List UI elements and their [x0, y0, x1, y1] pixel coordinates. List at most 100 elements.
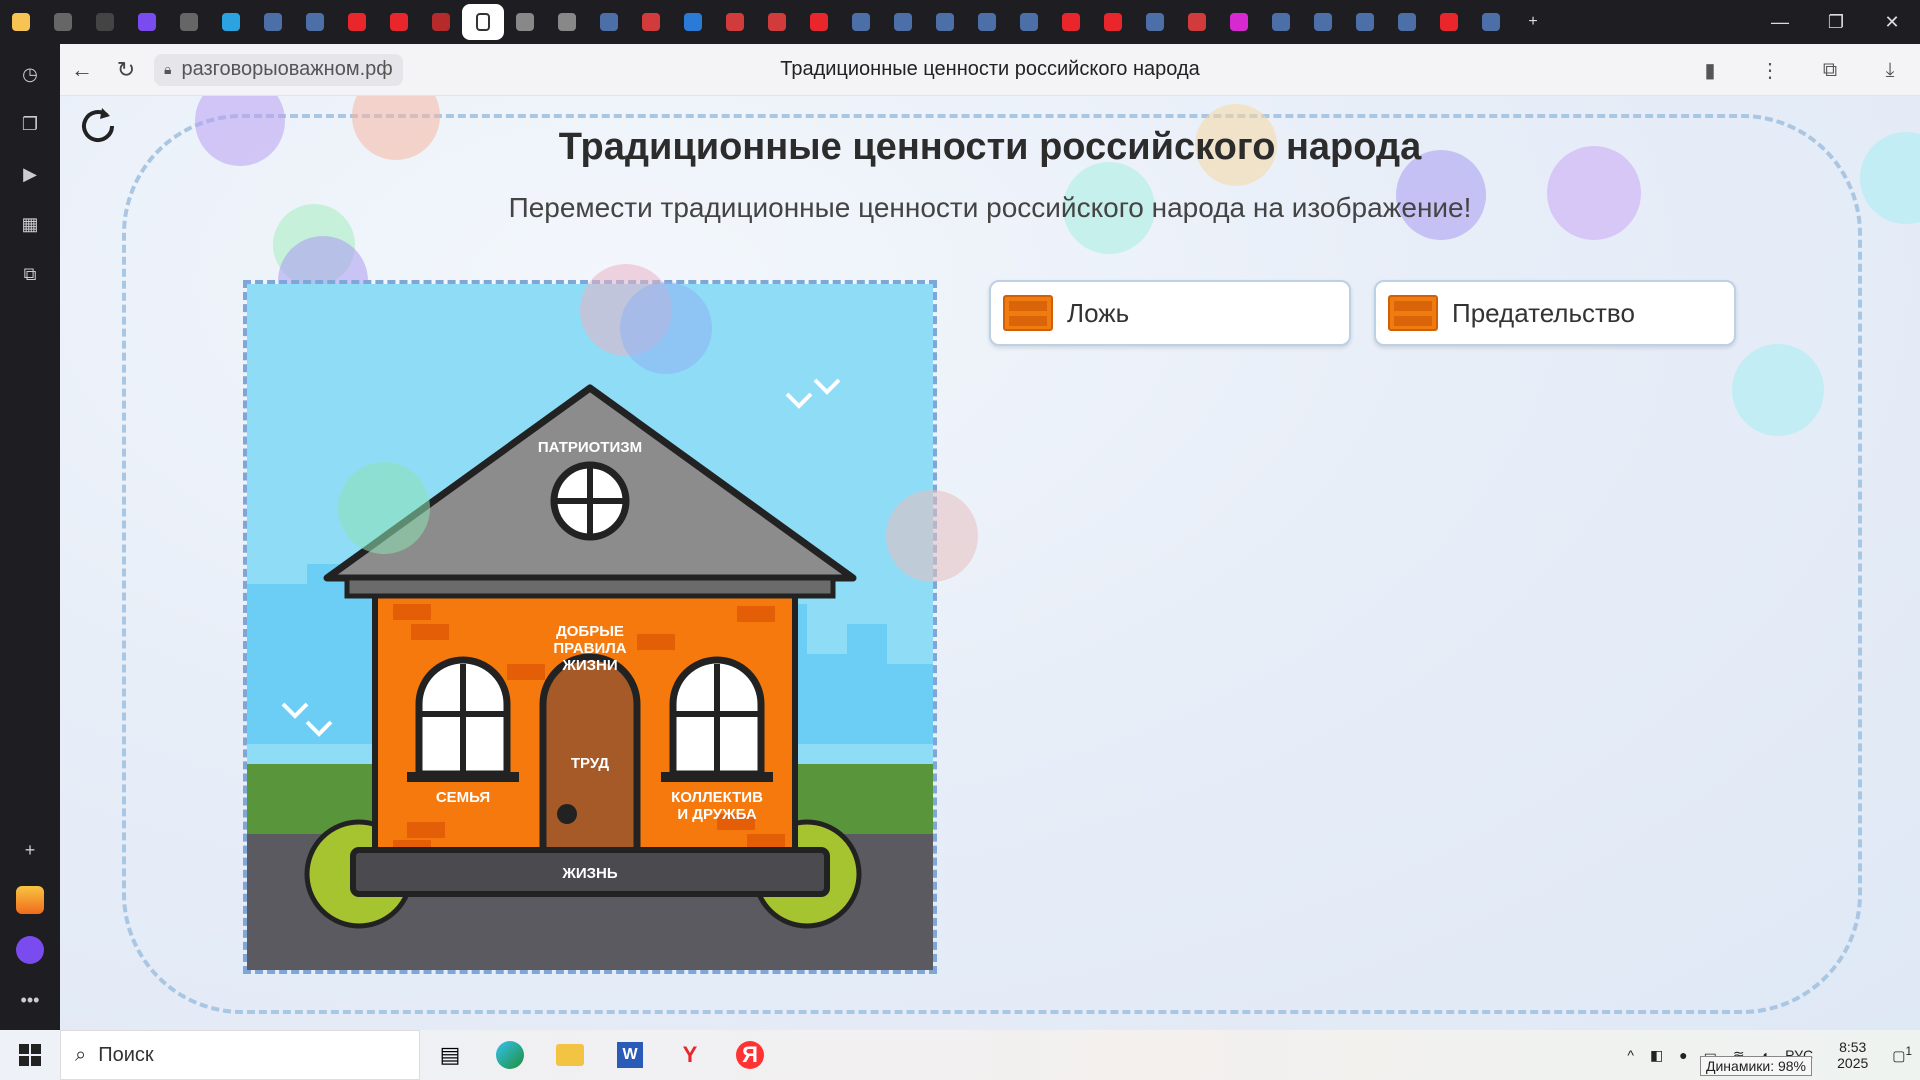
add-icon[interactable]: + [10, 830, 50, 870]
minimize-icon[interactable]: — [1752, 0, 1808, 44]
sidebar-toggle-icon[interactable]: ⧉ [1800, 59, 1860, 82]
yandex-browser-icon [12, 13, 30, 31]
video-tab[interactable] [1218, 4, 1260, 40]
app-icon [1272, 13, 1290, 31]
file-explorer-icon[interactable] [540, 1030, 600, 1080]
lock-icon: 🔒︎ [164, 61, 172, 77]
drop-zone-house[interactable]: ПАТРИОТИЗМ ДОБРЫЕ ПРАВИЛА ЖИЗНИ ТРУД СЕМ… [243, 280, 937, 974]
yandex-icon [1062, 13, 1080, 31]
notification-icon[interactable]: ▢1 [1892, 1045, 1912, 1065]
more-icon[interactable]: ••• [10, 980, 50, 1020]
back-icon[interactable]: ← [60, 48, 104, 92]
menu-icon[interactable]: ⋮ [1740, 58, 1800, 83]
yandex-icon [1104, 13, 1122, 31]
pdf-tab[interactable] [714, 4, 756, 40]
yandex-browser-taskbar-icon[interactable]: Y [660, 1030, 720, 1080]
bubble [620, 282, 712, 374]
yandex-icon [810, 13, 828, 31]
app-tab[interactable] [1008, 4, 1050, 40]
refresh-icon[interactable]: ↻ [104, 48, 148, 92]
draggable-card-betrayal[interactable]: Предательство [1374, 280, 1736, 346]
app-tab[interactable] [1302, 4, 1344, 40]
download-icon[interactable]: ⤓ [1860, 59, 1920, 82]
microphone-icon[interactable]: ● [1679, 1047, 1687, 1063]
word-icon[interactable]: W [600, 1030, 660, 1080]
yandex-taskbar-icon[interactable]: Я [720, 1030, 780, 1080]
app-tab[interactable] [1344, 4, 1386, 40]
pdf-tab[interactable] [630, 4, 672, 40]
taskbar-search[interactable]: ⌕ Поиск [60, 1030, 420, 1080]
app-tab[interactable] [924, 4, 966, 40]
edge-icon[interactable] [480, 1030, 540, 1080]
document-tab[interactable] [462, 4, 504, 40]
app-icon [1398, 13, 1416, 31]
draggable-card-lie[interactable]: Ложь [989, 280, 1351, 346]
app-icon [264, 13, 282, 31]
audio-icon [180, 13, 198, 31]
calendar-icon[interactable]: ▦ [10, 204, 50, 244]
chevron-down-tab[interactable] [84, 4, 126, 40]
document-icon [558, 13, 576, 31]
yandex-tab[interactable] [798, 4, 840, 40]
task-view-icon[interactable]: ▤ [420, 1030, 480, 1080]
mail-app-icon[interactable] [10, 880, 50, 920]
app-tab[interactable] [252, 4, 294, 40]
yandex-tab[interactable] [1428, 4, 1470, 40]
document-icon [516, 13, 534, 31]
app-tab[interactable] [966, 4, 1008, 40]
yandex-tab[interactable] [336, 4, 378, 40]
new-tab-icon[interactable]: + [1512, 4, 1554, 40]
telegram-tab[interactable] [210, 4, 252, 40]
bookmark-tab[interactable] [420, 4, 462, 40]
window-controls: — ❐ ✕ [1752, 0, 1920, 44]
tray-chevron-icon[interactable]: ^ [1627, 1047, 1634, 1063]
app-icon [894, 13, 912, 31]
app-icon [1314, 13, 1332, 31]
app-tab[interactable] [588, 4, 630, 40]
page-heading: Традиционные ценности российского народа [558, 126, 1422, 168]
telegram-icon [222, 13, 240, 31]
windows-start-icon[interactable] [0, 1030, 60, 1080]
yandex-tab[interactable] [1092, 4, 1134, 40]
pdf-icon [768, 13, 786, 31]
app-tab[interactable] [882, 4, 924, 40]
bookmark-icon [432, 13, 450, 31]
app-tab[interactable] [1386, 4, 1428, 40]
speaker-active-tab-tab[interactable] [42, 4, 84, 40]
history-icon[interactable]: ◷ [10, 54, 50, 94]
card-label: Ложь [1067, 297, 1130, 328]
mail-tab[interactable] [672, 4, 714, 40]
app-tab[interactable] [840, 4, 882, 40]
pdf-tab[interactable] [756, 4, 798, 40]
app-tab[interactable] [1260, 4, 1302, 40]
label-labor: ТРУД [571, 755, 610, 772]
bubble [338, 462, 430, 554]
url-field[interactable]: 🔒︎ разговорыоважном.рф [154, 53, 403, 86]
label-good-rules-2: ПРАВИЛА [553, 640, 626, 657]
label-collective-1: КОЛЛЕКТИВ [671, 789, 763, 806]
document-tab[interactable] [504, 4, 546, 40]
clock[interactable]: 8:53 2025 [1829, 1039, 1876, 1071]
app-tab[interactable] [294, 4, 336, 40]
screenshot-icon[interactable]: ⧉ [10, 254, 50, 294]
audio-tab[interactable] [168, 4, 210, 40]
close-icon[interactable]: ✕ [1864, 0, 1920, 44]
app-icon [852, 13, 870, 31]
yandex-browser-tab[interactable] [0, 4, 42, 40]
document-icon [476, 13, 490, 31]
page-content: Традиционные ценности российского народа… [60, 96, 1920, 1030]
collections-icon[interactable]: ❐ [10, 104, 50, 144]
app-tab[interactable] [1470, 4, 1512, 40]
alice-icon[interactable] [10, 930, 50, 970]
yandex-tab[interactable] [1050, 4, 1092, 40]
bookmark-icon[interactable]: ▮ [1680, 58, 1740, 83]
yandex-tab[interactable] [378, 4, 420, 40]
network-icon[interactable]: ◧ [1650, 1047, 1663, 1064]
pdf-tab[interactable] [1176, 4, 1218, 40]
restore-icon[interactable]: ❐ [1808, 0, 1864, 44]
document-tab[interactable] [546, 4, 588, 40]
alice-tab[interactable] [126, 4, 168, 40]
app-tab[interactable] [1134, 4, 1176, 40]
video-icon[interactable]: ▶ [10, 154, 50, 194]
tab-bar: + [0, 0, 1920, 44]
